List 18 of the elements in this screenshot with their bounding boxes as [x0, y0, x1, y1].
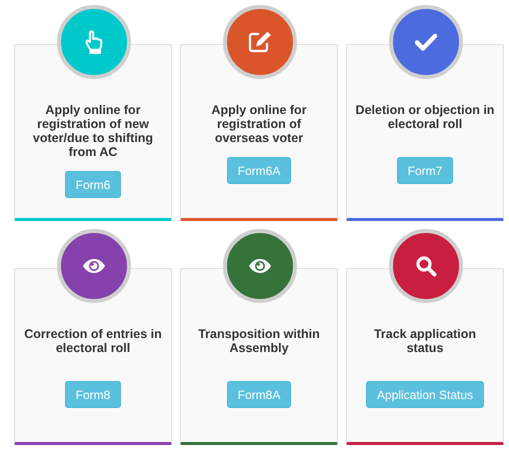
card-title: Track application status — [372, 327, 478, 357]
card-title: Apply online for registration of overseas voter — [210, 103, 308, 145]
form-button[interactable]: Application Status — [366, 381, 484, 408]
pointing-hand-icon — [84, 30, 104, 54]
form-button[interactable]: Form8 — [64, 381, 122, 408]
form-button[interactable]: Form8A — [226, 381, 292, 408]
card-title: Transposition within Assembly — [197, 327, 321, 357]
form-button[interactable]: Form6A — [226, 157, 292, 184]
card-title: Apply online for registration of new voter/due to shifting from AC — [32, 103, 154, 159]
form-button[interactable]: Form7 — [396, 157, 454, 184]
checkmark-icon — [415, 33, 437, 51]
form-button[interactable]: Form6 — [64, 171, 122, 198]
card-title: Correction of entries in electoral roll — [23, 327, 163, 357]
search-icon — [415, 255, 437, 277]
eye-icon — [82, 258, 106, 274]
card-title: Deletion or objection in electoral roll — [355, 103, 495, 133]
edit-icon — [248, 31, 272, 53]
eye-icon — [248, 258, 272, 274]
